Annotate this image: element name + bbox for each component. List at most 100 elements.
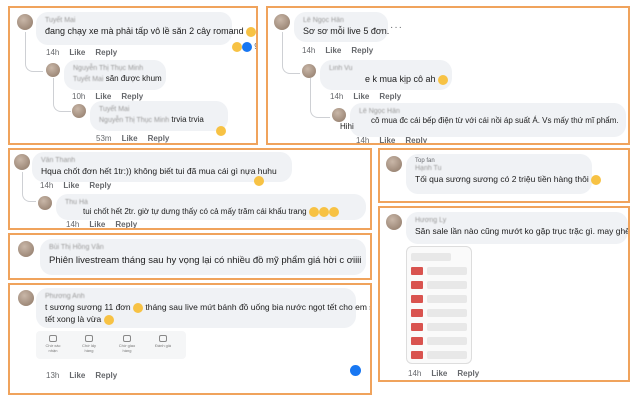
like-button[interactable]: Like <box>69 48 85 57</box>
commenter-name[interactable]: Lê Ngọc Hân <box>303 16 379 25</box>
commenter-name[interactable]: Vân Thanh <box>41 156 283 165</box>
commenter-name[interactable]: Phương Anh <box>45 292 347 301</box>
like-button[interactable]: Like <box>353 92 369 101</box>
avatar[interactable] <box>302 64 316 78</box>
reaction-count[interactable]: 9 <box>232 42 256 52</box>
comment-bubble: Top fan Hạnh Tu Tối qua sương sương có 2… <box>406 154 602 194</box>
comment-bubble: Tuyết Mai Nguyễn Thị Thục Minh trvia trv… <box>90 101 228 131</box>
reply-button[interactable]: Reply <box>405 136 427 143</box>
comment-panel-3: Vân Thanh Hqua chốt đơn hết 1tr:)) không… <box>8 148 372 230</box>
avatar[interactable] <box>18 241 34 257</box>
laugh-emoji-icon <box>308 207 319 217</box>
avatar[interactable] <box>18 290 34 306</box>
comment-text: Hqua chốt đơn hết 1tr:)) không biết tui … <box>41 166 277 176</box>
comment-panel-4: Bùi Thị Hồng Vân Phiên livestream tháng … <box>8 233 372 280</box>
thread-connector <box>53 78 71 112</box>
avatar[interactable] <box>386 214 402 230</box>
comment-time[interactable]: 14h <box>330 92 343 101</box>
comment-time[interactable]: 53m <box>96 134 112 143</box>
commenter-name[interactable]: Linh Vu <box>329 64 443 73</box>
reply-button[interactable]: Reply <box>95 48 117 57</box>
comment-bubble: Tuyết Mai đang chạy xe mà phải tấp vô lề… <box>36 12 256 45</box>
reply-button[interactable]: Reply <box>148 134 170 143</box>
comment-text: tết xong là vừa <box>45 314 102 324</box>
comment-panel-7: Hương Ly Săn sale lần nào cũng mướt ko g… <box>378 206 630 382</box>
pending-delivery-icon: Chờ giao hàng <box>116 335 138 353</box>
avatar[interactable] <box>386 156 402 172</box>
reply-button[interactable]: Reply <box>89 181 111 190</box>
comment-time[interactable]: 13h <box>46 371 59 380</box>
thread-connector <box>310 78 330 118</box>
comment-text: Phiên livestream tháng sau hy vọng lại c… <box>49 255 362 266</box>
comment-time[interactable]: 14h <box>356 136 369 143</box>
reply-button[interactable]: Reply <box>351 46 373 55</box>
comment-text: Săn sale lần nào cũng mướt ko gặp trục t… <box>415 226 630 236</box>
comment-text: săn được khum <box>105 74 162 83</box>
commenter-name[interactable]: Nguyễn Thị Thục Minh <box>73 64 157 73</box>
thread-connector <box>25 32 43 72</box>
like-reaction-icon <box>350 365 361 376</box>
like-button[interactable]: Like <box>63 181 79 190</box>
rating-icon: Đánh giá <box>152 335 174 353</box>
reply-button[interactable]: Reply <box>115 220 137 228</box>
attached-screenshot[interactable]: Chờ xác nhận Chờ lấy hàng Chờ giao hàng … <box>36 331 186 359</box>
reply-button[interactable]: Reply <box>121 92 143 101</box>
comment-time[interactable]: 14h <box>408 369 421 378</box>
like-button[interactable]: Like <box>89 220 105 228</box>
like-button[interactable]: Like <box>431 369 447 378</box>
comment-bubble: Lê Ngọc Hân Sơ sơ mỗi live 5 đơn. <box>294 12 390 42</box>
avatar[interactable] <box>274 14 290 30</box>
commenter-name[interactable]: Tuyết Mai <box>99 105 219 114</box>
comment-time[interactable]: 14h <box>66 220 79 228</box>
like-button[interactable]: Like <box>325 46 341 55</box>
comment-bubble: Vân Thanh Hqua chốt đơn hết 1tr:)) không… <box>32 152 292 182</box>
comment-time[interactable]: 10h <box>72 92 85 101</box>
reaction-number: 9 <box>254 42 256 51</box>
commenter-name[interactable]: Tuyết Mai <box>45 16 223 25</box>
like-button[interactable]: Like <box>122 134 138 143</box>
laugh-emoji-icon <box>232 42 242 52</box>
comment-time[interactable]: 14h <box>40 181 53 190</box>
laugh-emoji-icon <box>216 126 226 136</box>
reply-button[interactable]: Reply <box>95 371 117 380</box>
laugh-emoji-icon <box>318 207 329 217</box>
attached-screenshot[interactable] <box>406 246 472 364</box>
comment-panel-6: Top fan Hạnh Tu Tối qua sương sương có 2… <box>378 148 630 203</box>
more-options-icon[interactable]: ··· <box>390 22 403 33</box>
comment-text-extra: Hihi <box>340 122 354 131</box>
commenter-name[interactable]: Hương Ly <box>415 216 619 225</box>
mention[interactable]: Nguyễn Thị Thục Minh <box>99 117 169 124</box>
comment-text: Tối qua sương sương có 2 triệu tiền hàng… <box>415 174 589 184</box>
laugh-emoji-icon <box>591 174 602 185</box>
commenter-name[interactable]: Thu Hà <box>65 198 357 207</box>
laugh-emoji-icon <box>438 74 449 85</box>
avatar[interactable] <box>38 196 52 210</box>
comment-text: Sơ sơ mỗi live 5 đơn. <box>303 26 390 36</box>
avatar[interactable] <box>14 154 30 170</box>
commenter-name[interactable]: Bùi Thị Hồng Vân <box>49 243 357 252</box>
mention[interactable]: Tuyết Mai <box>73 76 103 83</box>
like-button[interactable]: Like <box>69 371 85 380</box>
commenter-name[interactable]: Lê Ngọc Hân <box>359 107 617 116</box>
thread-connector <box>22 172 36 202</box>
pending-confirmation-icon: Chờ xác nhận <box>42 335 64 353</box>
laugh-emoji-icon <box>328 207 339 217</box>
commenter-name[interactable]: Hạnh Tu <box>415 164 583 173</box>
avatar[interactable] <box>332 108 346 122</box>
avatar[interactable] <box>17 14 33 30</box>
comment-time[interactable]: 14h <box>302 46 315 55</box>
comment-bubble: Linh Vu e k mua kịp cô ah <box>320 60 452 90</box>
comment-text: t sương sương 11 đơn <box>45 302 131 312</box>
reply-button[interactable]: Reply <box>379 92 401 101</box>
comment-time[interactable]: 14h <box>46 48 59 57</box>
comment-panel-2: Lê Ngọc Hân Sơ sơ mỗi live 5 đơn. ··· 14… <box>266 6 630 145</box>
comment-bubble: Hương Ly Săn sale lần nào cũng mướt ko g… <box>406 212 628 244</box>
avatar[interactable] <box>46 63 60 77</box>
like-button[interactable]: Like <box>95 92 111 101</box>
avatar[interactable] <box>72 104 86 118</box>
like-button[interactable]: Like <box>379 136 395 143</box>
like-reaction-icon <box>242 42 252 52</box>
reply-button[interactable]: Reply <box>457 369 479 378</box>
comment-bubble: Nguyễn Thị Thục Minh Tuyết Mai săn được … <box>64 60 166 90</box>
comment-text: trvia trvia <box>171 115 204 124</box>
